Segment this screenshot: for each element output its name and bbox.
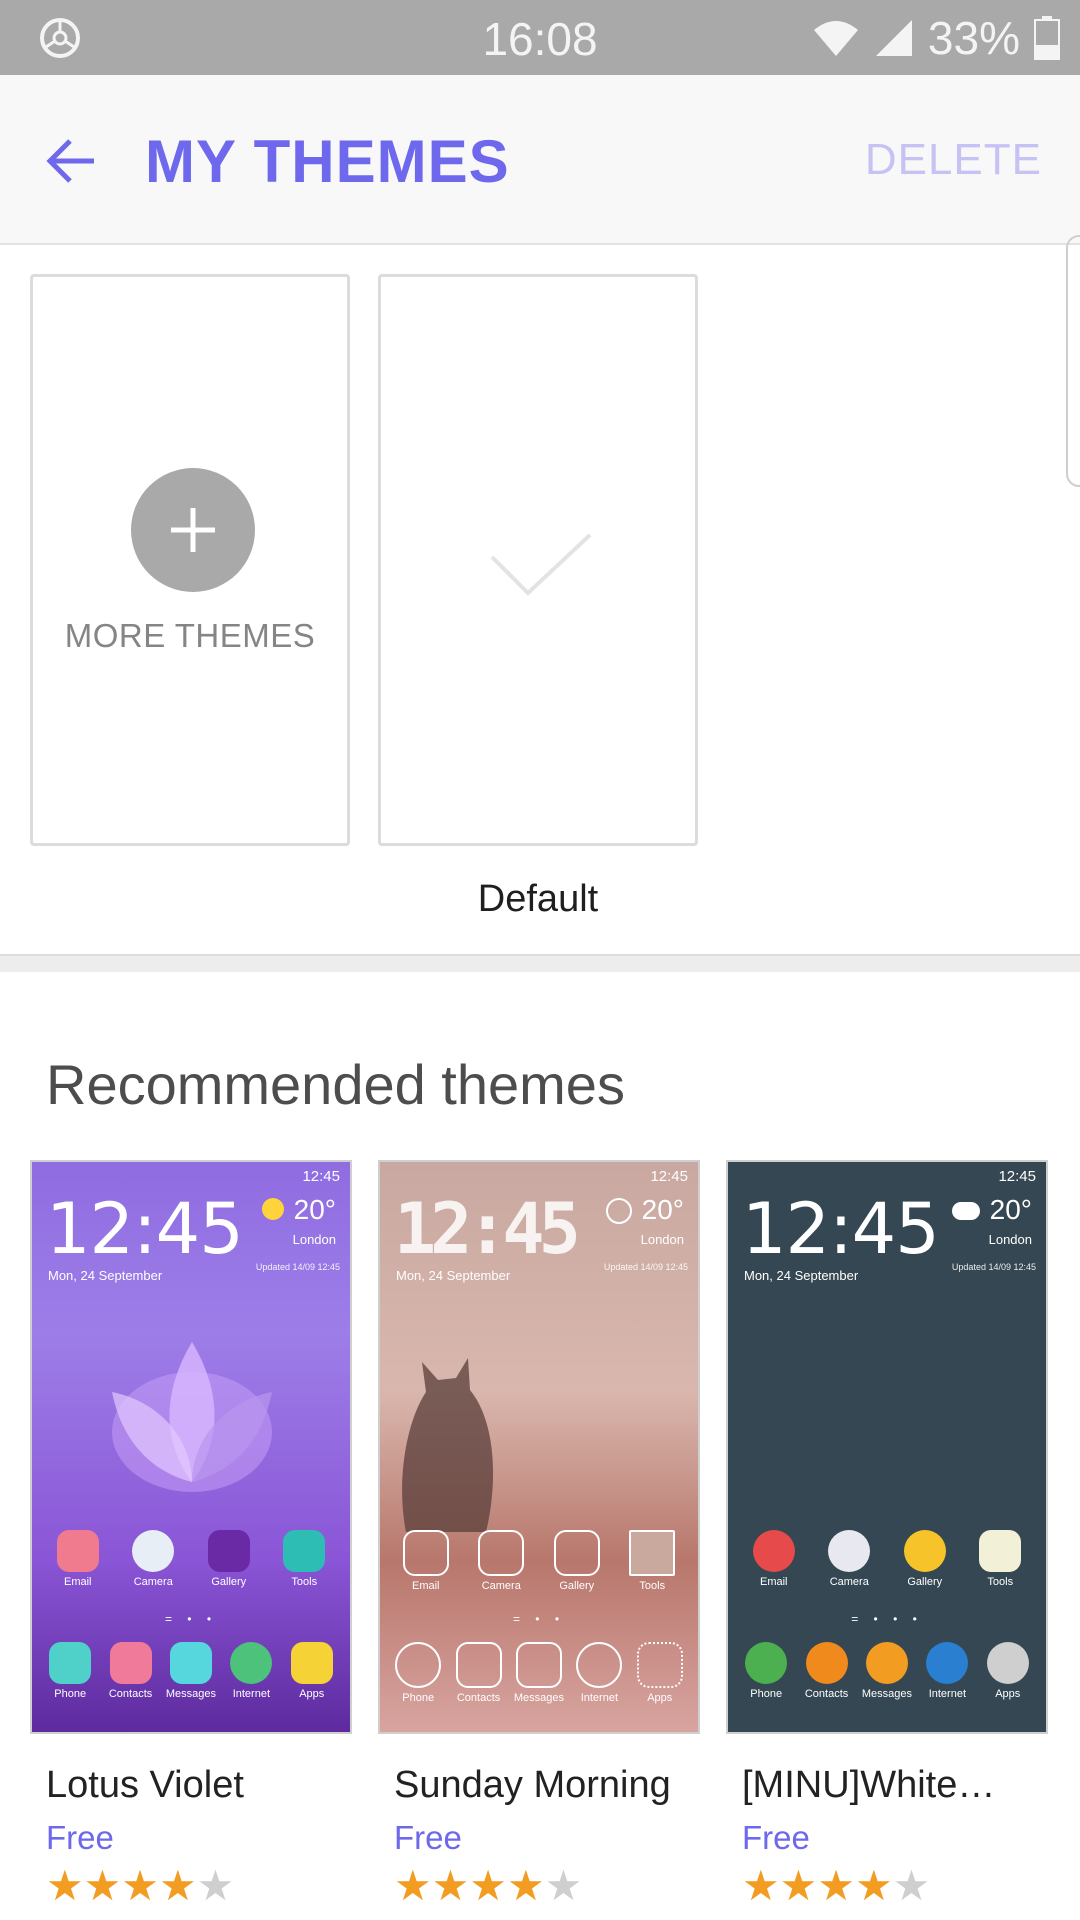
section-divider: [0, 954, 1080, 972]
battery-icon: [1034, 16, 1060, 60]
app-icon: Email: [396, 1530, 456, 1592]
cat-silhouette-image: [402, 1358, 494, 1532]
back-arrow-icon[interactable]: [44, 133, 100, 189]
edge-panel-handle[interactable]: [1066, 235, 1080, 487]
rating-stars: ★★★★★: [742, 1862, 931, 1909]
app-icon: Apps: [630, 1642, 690, 1704]
status-bar: 16:08 33%: [0, 0, 1080, 75]
theme-preview[interactable]: 12:45 12:45 Mon, 24 September 20° London…: [378, 1160, 700, 1734]
app-icon: Tools: [622, 1530, 682, 1592]
preview-clock: 12:45: [394, 1188, 581, 1270]
theme-name: Lotus Violet: [46, 1764, 244, 1806]
rating-stars: ★★★★★: [394, 1862, 583, 1909]
app-icon: Gallery: [895, 1530, 955, 1588]
preview-clock: 12:45: [742, 1188, 940, 1270]
app-icon: Messages: [161, 1642, 221, 1700]
more-themes-card[interactable]: MORE THEMES: [30, 274, 350, 846]
preview-city: London: [640, 1232, 684, 1247]
app-icon: Apps: [282, 1642, 342, 1700]
preview-app-row: Email Camera Gallery Tools: [40, 1530, 342, 1588]
theme-price: Free: [46, 1819, 114, 1856]
page-dots: = • •: [164, 1612, 218, 1626]
preview-city: London: [988, 1232, 1032, 1247]
app-icon: Messages: [509, 1642, 569, 1704]
theme-preview[interactable]: 12:45 12:45 Mon, 24 September 20° London…: [30, 1160, 352, 1734]
app-icon: Gallery: [547, 1530, 607, 1592]
app-icon: Contacts: [101, 1642, 161, 1700]
page-dots: = • • •: [851, 1612, 923, 1626]
page-title: MY THEMES: [145, 128, 510, 195]
preview-temp: 20°: [989, 1194, 1032, 1225]
preview-date: Mon, 24 September: [48, 1268, 163, 1283]
preview-status: 12:45: [302, 1168, 340, 1185]
default-theme-card[interactable]: [378, 274, 698, 846]
preview-status: 12:45: [650, 1168, 688, 1185]
preview-date: Mon, 24 September: [396, 1268, 511, 1283]
app-icon: Camera: [123, 1530, 183, 1588]
theme-name: [MINU]White…: [742, 1764, 996, 1806]
preview-city: London: [292, 1232, 336, 1247]
app-icon: Email: [48, 1530, 108, 1588]
preview-dock: Phone Contacts Messages Internet Apps: [388, 1642, 690, 1704]
app-icon: Phone: [40, 1642, 100, 1700]
theme-item-sunday-morning[interactable]: 12:45 12:45 Mon, 24 September 20° London…: [378, 1160, 700, 1907]
more-themes-label: MORE THEMES: [64, 617, 316, 654]
app-bar: MY THEMES DELETE: [0, 75, 1080, 487]
app-icon: Camera: [819, 1530, 879, 1588]
battery-percent: 33%: [927, 12, 1020, 64]
cloud-sun-icon: [952, 1202, 980, 1220]
status-icons: 33%: [812, 12, 1060, 64]
app-icon: Gallery: [199, 1530, 259, 1588]
app-icon: Apps: [978, 1642, 1038, 1700]
delete-button[interactable]: DELETE: [865, 135, 1042, 185]
preview-updated: Updated 14/09 12:45: [603, 1262, 688, 1272]
rating-stars: ★★★★★: [46, 1862, 235, 1909]
theme-name: Sunday Morning: [394, 1764, 671, 1806]
app-icon: Contacts: [797, 1642, 857, 1700]
wifi-icon: [813, 21, 858, 56]
preview-app-row: Email Camera Gallery Tools: [388, 1530, 690, 1592]
page-dots: = • •: [512, 1612, 566, 1626]
default-theme-label: Default: [477, 878, 599, 920]
app-icon: Tools: [274, 1530, 334, 1588]
plus-icon: [131, 468, 255, 592]
app-icon: Phone: [736, 1642, 796, 1700]
preview-clock: 12:45: [46, 1188, 244, 1270]
preview-dock: Phone Contacts Messages Internet Apps: [40, 1642, 342, 1700]
preview-date: Mon, 24 September: [744, 1268, 859, 1283]
preview-temp: 20°: [641, 1194, 684, 1225]
app-icon: Messages: [857, 1642, 917, 1700]
sun-icon: [262, 1198, 284, 1220]
preview-dock: Phone Contacts Messages Internet Apps: [736, 1642, 1038, 1700]
signal-icon: [875, 20, 912, 56]
app-icon: Internet: [221, 1642, 281, 1700]
checkmark-icon: [490, 533, 592, 596]
theme-preview[interactable]: 12:45 12:45 Mon, 24 September 20° London…: [726, 1160, 1048, 1734]
app-icon: Tools: [970, 1530, 1030, 1588]
app-icon: Email: [744, 1530, 804, 1588]
theme-item-lotus-violet[interactable]: 12:45 12:45 Mon, 24 September 20° London…: [30, 1160, 352, 1907]
app-icon: Internet: [569, 1642, 629, 1704]
theme-price: Free: [742, 1819, 810, 1856]
preview-updated: Updated 14/09 12:45: [951, 1262, 1036, 1272]
sun-icon: [606, 1198, 632, 1224]
theme-item-minu-white[interactable]: 12:45 12:45 Mon, 24 September 20° London…: [726, 1160, 1048, 1907]
app-icon: Contacts: [449, 1642, 509, 1704]
preview-status: 12:45: [998, 1168, 1036, 1185]
preview-app-row: Email Camera Gallery Tools: [736, 1530, 1038, 1588]
preview-temp: 20°: [293, 1194, 336, 1225]
preview-updated: Updated 14/09 12:45: [255, 1262, 340, 1272]
app-icon: Phone: [388, 1642, 448, 1704]
recommended-title: Recommended themes: [46, 1053, 625, 1116]
app-icon: Camera: [471, 1530, 531, 1592]
theme-price: Free: [394, 1819, 462, 1856]
lotus-flower-image: [112, 1342, 272, 1492]
app-icon: Internet: [917, 1642, 977, 1700]
